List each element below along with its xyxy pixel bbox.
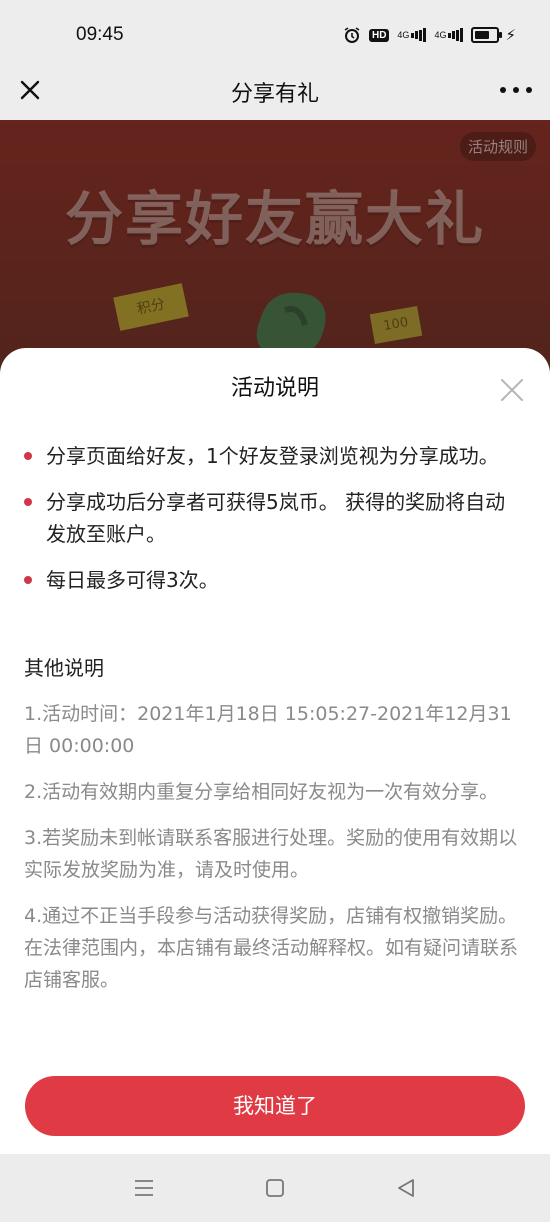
signal-2-label: 4G	[434, 30, 447, 40]
page-title: 分享有礼	[230, 82, 319, 107]
nav-bar: 分享有礼	[0, 62, 550, 120]
dim-overlay[interactable]	[0, 120, 550, 380]
back-icon[interactable]	[394, 1176, 418, 1200]
list-item: 分享成功后分享者可获得5岚币。 获得的奖励将自动发放至账户。	[24, 486, 524, 550]
other-notes: 1.活动时间：2021年1月18日 15:05:27-2021年12月31日 0…	[24, 698, 524, 1010]
system-nav-bar	[0, 1154, 550, 1222]
status-bar: 09:45 HD 4G 4G ⚡	[0, 0, 550, 62]
list-item: 分享页面给好友，1个好友登录浏览视为分享成功。	[24, 440, 524, 472]
other-notes-heading: 其他说明	[24, 656, 104, 680]
hd-icon: HD	[368, 28, 390, 42]
list-item-text: 分享成功后分享者可获得5岚币。 获得的奖励将自动发放至账户。	[46, 490, 506, 546]
note-item: 3.若奖励未到帐请联系客服进行处理。奖励的使用有效期以实际发放奖励为准，请及时使…	[24, 827, 518, 881]
status-time: 09:45	[76, 24, 124, 45]
background-page: 活动规则 分享好友赢大礼 积分 100	[0, 120, 550, 380]
menu-icon[interactable]	[132, 1176, 156, 1200]
close-icon[interactable]	[500, 378, 524, 402]
list-item: 每日最多可得3次。	[24, 564, 524, 596]
activity-info-sheet: 活动说明 分享页面给好友，1个好友登录浏览视为分享成功。 分享成功后分享者可获得…	[0, 348, 550, 1154]
signal-1-label: 4G	[397, 30, 410, 40]
bullet-dot	[24, 498, 32, 506]
alarm-icon	[343, 26, 361, 44]
modal-title: 活动说明	[230, 376, 319, 401]
charging-icon: ⚡	[505, 26, 516, 44]
bullet-dot	[24, 576, 32, 584]
status-icons: HD 4G 4G ⚡	[343, 26, 516, 44]
more-icon[interactable]	[500, 78, 532, 102]
note-item: 4.通过不正当手段参与活动获得奖励，店铺有权撤销奖励。在法律范围内，本店铺有最终…	[24, 905, 519, 991]
bullet-dot	[24, 452, 32, 460]
list-item-text: 每日最多可得3次。	[46, 568, 219, 592]
got-it-button[interactable]: 我知道了	[25, 1076, 525, 1136]
note-item: 2.活动有效期内重复分享给相同好友视为一次有效分享。	[24, 781, 499, 803]
battery-icon	[471, 27, 503, 43]
list-item-text: 分享页面给好友，1个好友登录浏览视为分享成功。	[46, 444, 499, 468]
rules-list: 分享页面给好友，1个好友登录浏览视为分享成功。 分享成功后分享者可获得5岚币。 …	[24, 440, 524, 610]
signal-4g-icon: 4G	[434, 28, 464, 42]
note-item: 1.活动时间：2021年1月18日 15:05:27-2021年12月31日 0…	[24, 703, 512, 757]
home-icon[interactable]	[263, 1176, 287, 1200]
signal-4g-icon: 4G	[397, 28, 427, 42]
